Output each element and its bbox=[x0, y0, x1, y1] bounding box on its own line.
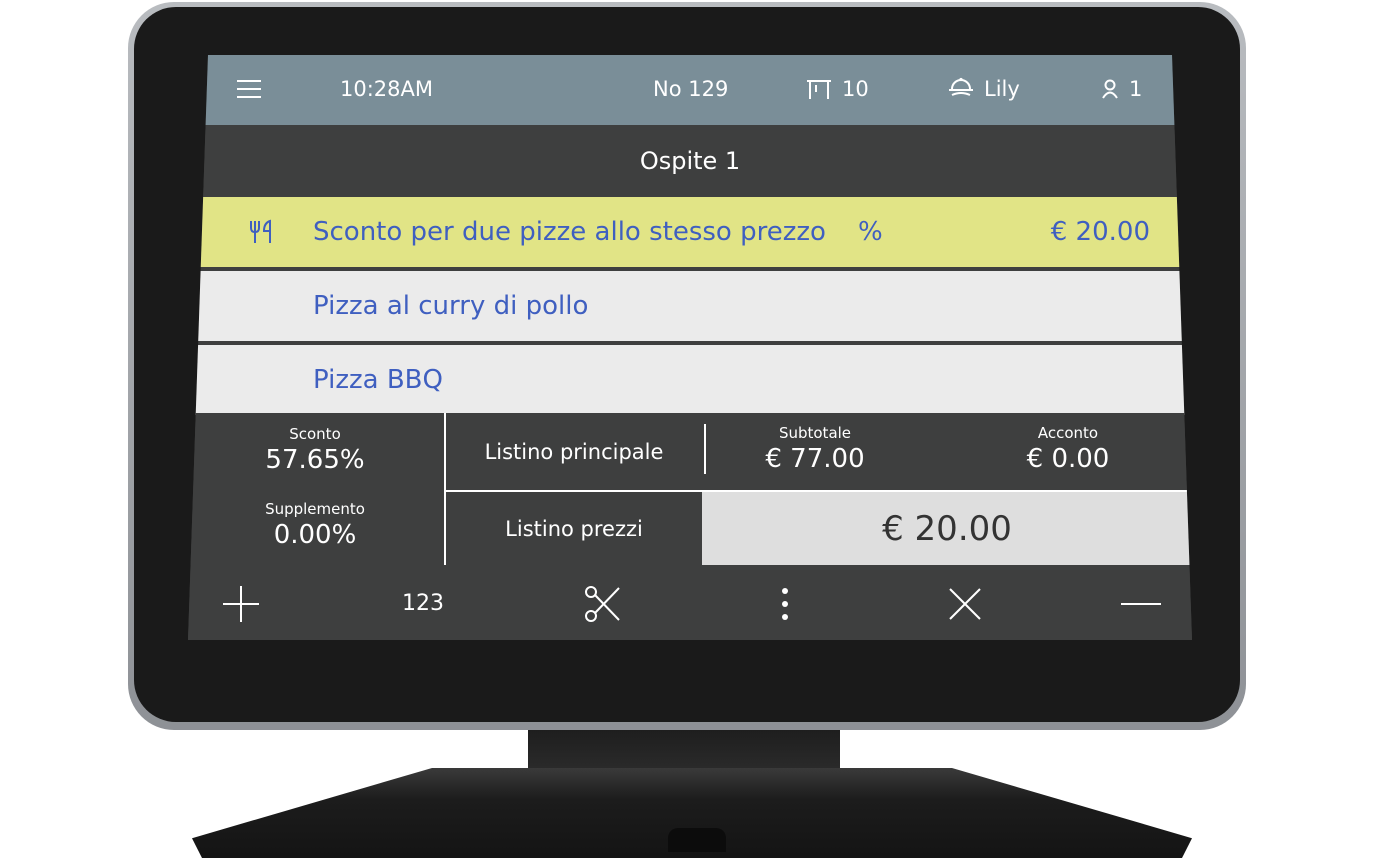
order-line-discount[interactable]: Sconto per due pizze allo stesso prezzo … bbox=[188, 197, 1192, 267]
surcharge-value: 0.00% bbox=[273, 520, 357, 550]
plus-icon[interactable] bbox=[208, 567, 274, 640]
deposit-value: € 0.00 bbox=[1026, 444, 1110, 474]
guest-count-indicator[interactable]: 1 bbox=[1101, 77, 1142, 101]
discount-value: 57.65% bbox=[265, 445, 365, 475]
waiter-icon bbox=[948, 77, 974, 101]
subtotal-display: Subtotale € 77.00 bbox=[704, 424, 924, 474]
main-pricelist-button[interactable]: Listino principale bbox=[444, 413, 702, 490]
pos-screen: 10:28AM No 129 10 Lily 1 Ospite 1 Sconto… bbox=[188, 55, 1192, 640]
fork-knife-icon bbox=[248, 219, 278, 252]
more-vertical-icon[interactable] bbox=[770, 567, 800, 640]
subtotal-value: € 77.00 bbox=[765, 444, 865, 474]
hamburger-menu-icon[interactable] bbox=[236, 78, 262, 100]
deposit-label: Acconto bbox=[1037, 424, 1099, 442]
order-line-item[interactable]: Pizza BBQ bbox=[188, 345, 1192, 415]
top-bar: 10:28AM No 129 10 Lily 1 bbox=[188, 55, 1192, 125]
table-icon bbox=[806, 78, 832, 100]
discount-badge: % bbox=[858, 217, 883, 247]
scissors-icon[interactable] bbox=[578, 567, 628, 640]
table-indicator[interactable]: 10 bbox=[806, 77, 869, 101]
order-line-name: Pizza al curry di pollo bbox=[313, 291, 589, 321]
surcharge-label: Supplemento bbox=[265, 500, 365, 518]
table-number: 10 bbox=[842, 77, 869, 101]
order-line-name: Pizza BBQ bbox=[313, 365, 443, 395]
deposit-display[interactable]: Acconto € 0.00 bbox=[958, 424, 1178, 474]
guest-count: 1 bbox=[1129, 77, 1143, 101]
surcharge-display[interactable]: Supplemento 0.00% bbox=[188, 500, 442, 550]
person-icon bbox=[1101, 79, 1119, 99]
bottom-toolbar: 123 bbox=[188, 567, 1192, 640]
stand-cable-notch bbox=[668, 828, 726, 852]
order-number: No 129 bbox=[653, 77, 729, 101]
waiter-indicator[interactable]: Lily bbox=[948, 77, 1020, 101]
order-line-name: Sconto per due pizze allo stesso prezzo bbox=[313, 217, 826, 247]
minus-icon[interactable] bbox=[1118, 567, 1164, 640]
order-line-price: € 20.00 bbox=[1050, 217, 1150, 247]
guest-header[interactable]: Ospite 1 bbox=[188, 125, 1192, 197]
pricelist-button[interactable]: Listino prezzi bbox=[444, 492, 702, 565]
order-line-item[interactable]: Pizza al curry di pollo bbox=[188, 271, 1192, 341]
total-amount[interactable]: € 20.00 bbox=[702, 492, 1192, 565]
discount-display[interactable]: Sconto 57.65% bbox=[188, 425, 442, 475]
waiter-name: Lily bbox=[984, 77, 1020, 101]
numpad-button[interactable]: 123 bbox=[383, 567, 463, 640]
discount-label: Sconto bbox=[289, 425, 341, 443]
subtotal-label: Subtotale bbox=[778, 424, 852, 442]
clock-time: 10:28AM bbox=[340, 77, 434, 101]
close-icon[interactable] bbox=[945, 567, 985, 640]
